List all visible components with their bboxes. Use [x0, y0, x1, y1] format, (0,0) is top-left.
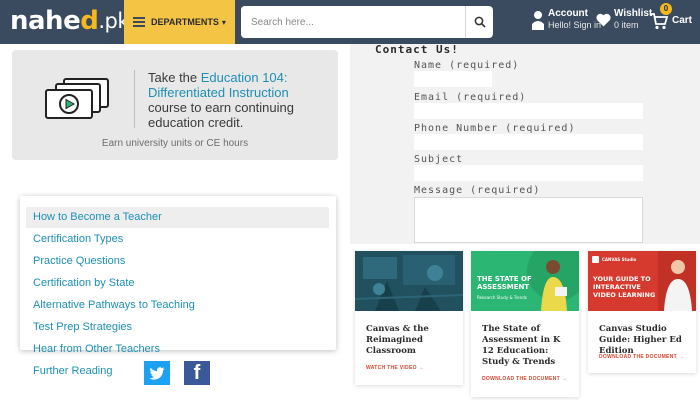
promo-divider [134, 70, 135, 128]
card-image [355, 251, 463, 311]
watch-video-link[interactable]: WATCH THE VIDEO → [366, 365, 424, 371]
card-image: THE STATE OF ASSESSMENT Research Study &… [471, 251, 579, 311]
card-banner-title: YOUR GUIDE TO INTERACTIVE VIDEO LEARNING [593, 275, 656, 299]
menu-item-practice-questions[interactable]: Practice Questions [33, 255, 125, 267]
card-banner-subtitle: Research Study & Trends [477, 295, 527, 300]
twitter-button[interactable] [144, 361, 170, 385]
user-icon [532, 10, 544, 30]
phone-label: Phone Number (required) [414, 123, 576, 134]
facebook-icon: f [193, 361, 201, 384]
classroom-illustration [355, 251, 463, 311]
email-field[interactable] [414, 103, 643, 119]
cart-link[interactable]: Cart [650, 12, 692, 30]
menu-item-certification-types[interactable]: Certification Types [33, 233, 123, 245]
subject-label: Subject [414, 154, 464, 165]
menu-item-become-teacher[interactable]: How to Become a Teacher [33, 211, 162, 223]
top-header: nahed.pk DEPARTMENTS ▾ Account Hello! Si… [0, 0, 700, 44]
departments-button[interactable]: DEPARTMENTS ▾ [124, 0, 235, 44]
twitter-icon [149, 366, 165, 380]
resource-card-state-of-assessment[interactable]: THE STATE OF ASSESSMENT Research Study &… [471, 251, 579, 397]
resource-card-canvas-studio[interactable]: CANVAS Studio YOUR GUIDE TO INTERACTIVE … [588, 251, 696, 373]
phone-field[interactable] [414, 134, 643, 150]
resource-card-canvas-classroom[interactable]: Canvas & the Reimagined Classroom WATCH … [355, 251, 463, 385]
heart-icon [596, 13, 611, 26]
message-field[interactable] [414, 197, 643, 243]
menu-item-hear-from-teachers[interactable]: Hear from Other Teachers [33, 343, 160, 355]
cart-count-badge: 0 [660, 3, 672, 15]
name-field[interactable] [414, 71, 492, 87]
message-label: Message (required) [414, 185, 541, 196]
card-title: Canvas Studio Guide: Higher Ed Edition [599, 324, 682, 356]
promo-text: Take the Education 104: Differentiated I… [148, 70, 294, 130]
email-label: Email (required) [414, 92, 527, 103]
card-brand: CANVAS Studio [602, 257, 637, 262]
menu-item-alternative-pathways[interactable]: Alternative Pathways to Teaching [33, 299, 195, 311]
download-document-link[interactable]: DOWNLOAD THE DOCUMENT → [599, 354, 684, 360]
hamburger-icon [133, 17, 145, 27]
search-input[interactable] [241, 6, 465, 38]
name-label: Name (required) [414, 60, 520, 71]
wishlist-link[interactable]: Wishlist 0 item [596, 8, 652, 31]
menu-item-further-reading[interactable]: Further Reading [33, 365, 113, 377]
card-title: Canvas & the Reimagined Classroom [366, 324, 429, 356]
video-course-icon [45, 78, 109, 119]
account-link[interactable]: Account Hello! Sign in [532, 8, 601, 31]
card-image: CANVAS Studio YOUR GUIDE TO INTERACTIVE … [588, 251, 696, 311]
menu-item-test-prep[interactable]: Test Prep Strategies [33, 321, 132, 333]
subject-field[interactable] [414, 165, 643, 181]
card-banner-title: THE STATE OF ASSESSMENT [477, 275, 532, 291]
menu-item-certification-by-state[interactable]: Certification by State [33, 277, 135, 289]
course-promo: Take the Education 104: Differentiated I… [12, 50, 338, 160]
site-logo[interactable]: nahe d .pk [10, 6, 129, 36]
contact-title: Contact Us! [375, 43, 459, 56]
search-button[interactable] [465, 6, 493, 38]
search-icon [474, 16, 486, 28]
download-document-link[interactable]: DOWNLOAD THE DOCUMENT → [482, 376, 567, 382]
chevron-down-icon: ▾ [221, 17, 226, 27]
promo-footer: Earn university units or CE hours [101, 138, 249, 149]
search-bar [241, 6, 493, 38]
card-title: The State of Assessment in K 12 Educatio… [482, 324, 561, 367]
facebook-button[interactable]: f [184, 361, 210, 385]
